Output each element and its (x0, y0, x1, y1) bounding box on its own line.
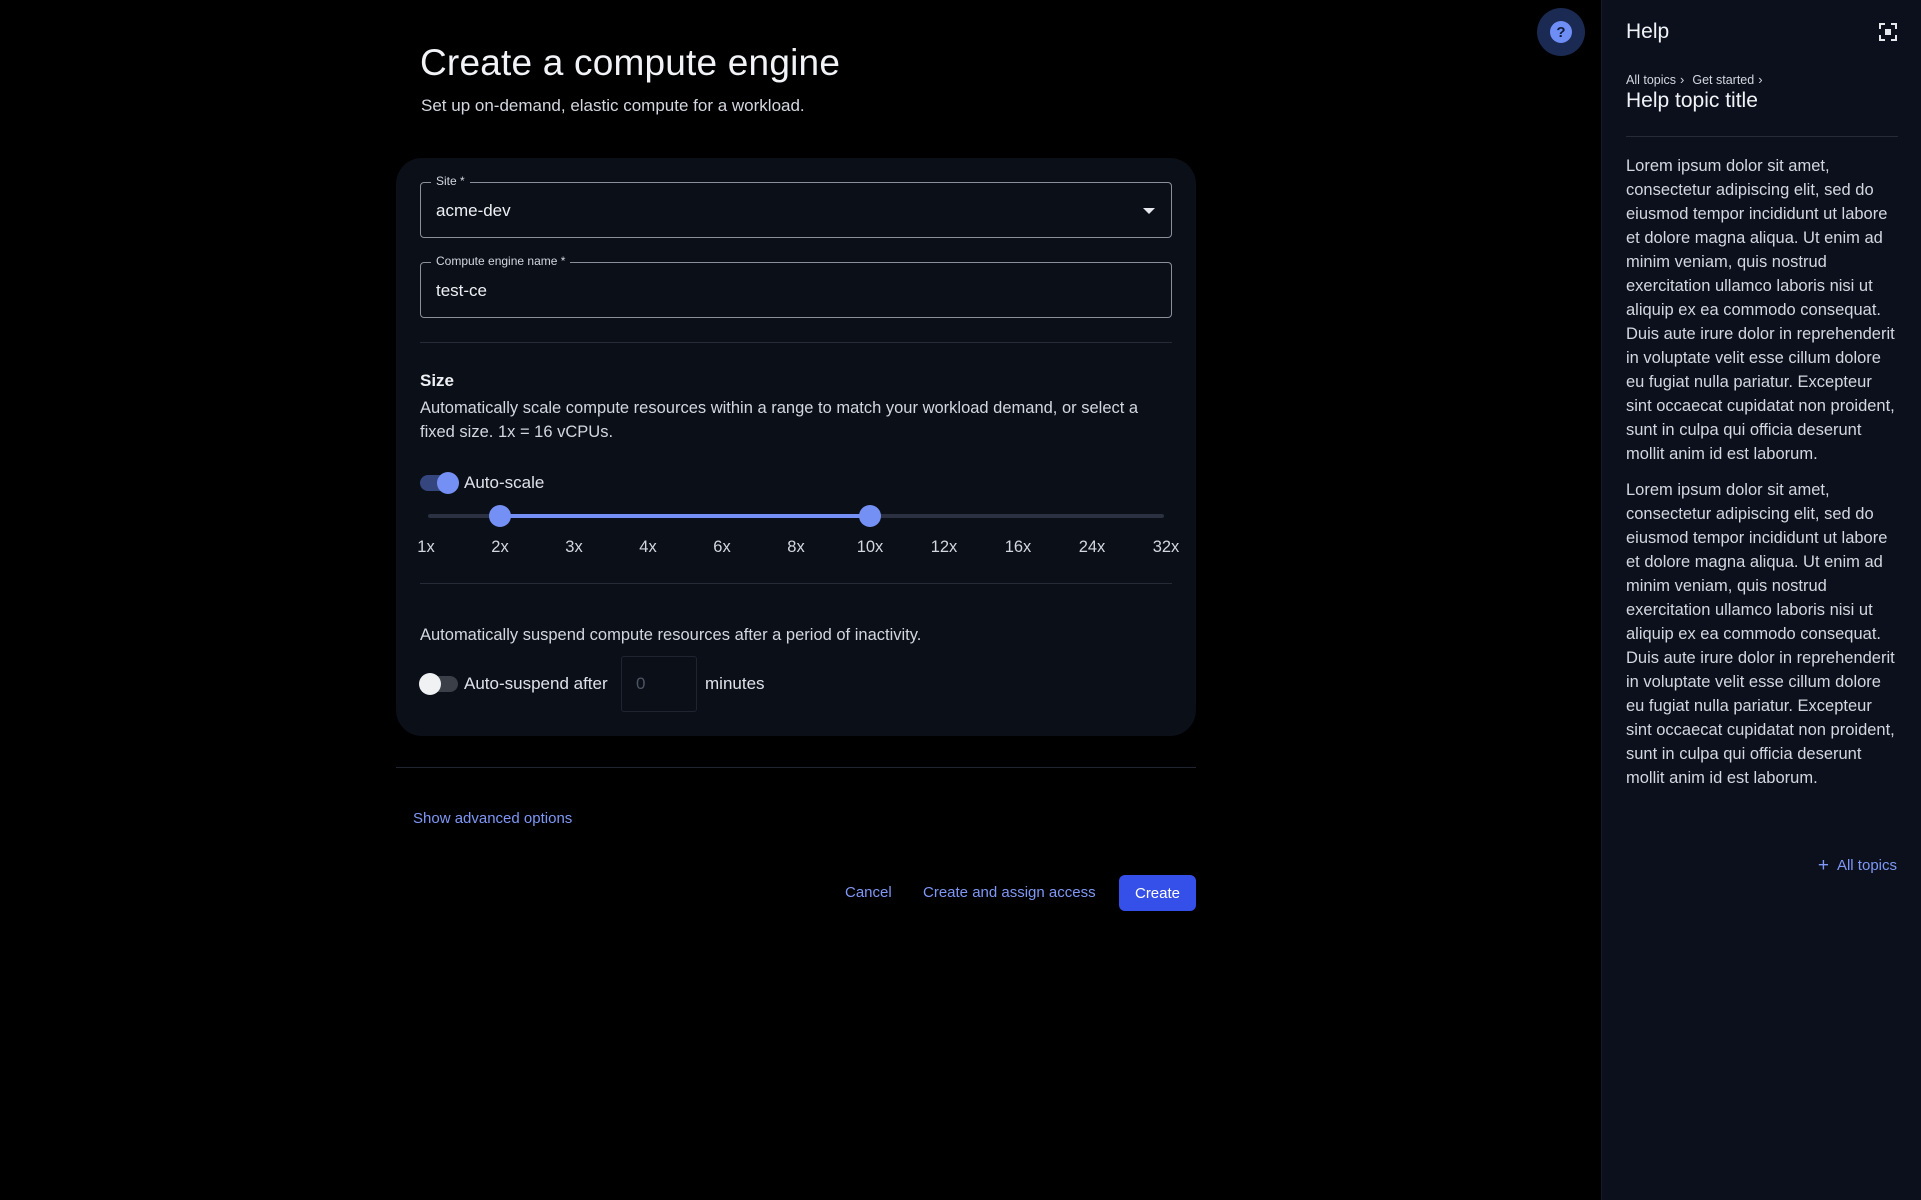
slider-tick-label: 10x (856, 538, 884, 556)
slider-tick-label: 24x (1078, 538, 1106, 556)
slider-tick-label: 3x (565, 538, 583, 556)
divider (396, 767, 1196, 768)
slider-tick-label: 32x (1152, 538, 1180, 556)
divider (420, 342, 1172, 343)
help-button[interactable]: ? (1537, 8, 1585, 56)
auto-scale-label: Auto-scale (464, 473, 545, 492)
divider (420, 583, 1172, 584)
form-card: Site * acme-dev Compute engine name * te… (396, 158, 1196, 736)
chevron-down-icon (1143, 208, 1155, 214)
slider-thumb-min[interactable] (489, 505, 511, 527)
help-body: Lorem ipsum dolor sit amet, consectetur … (1626, 154, 1901, 790)
main-area: Create a compute engine Set up on-demand… (0, 0, 1600, 1200)
breadcrumb-all-topics[interactable]: All topics (1626, 73, 1676, 87)
auto-suspend-label: Auto-suspend after (464, 674, 608, 693)
compute-engine-name-label: Compute engine name * (431, 254, 571, 268)
auto-suspend-description: Automatically suspend compute resources … (420, 626, 922, 644)
chevron-right-icon: › (1680, 72, 1685, 87)
slider-tick-label: 12x (930, 538, 958, 556)
question-circle-icon: ? (1550, 21, 1572, 43)
compute-engine-name-value: test-ce (436, 281, 488, 300)
show-advanced-options-link[interactable]: Show advanced options (413, 810, 572, 827)
create-and-assign-access-button[interactable]: Create and assign access (923, 884, 1096, 901)
compute-engine-name-field[interactable]: Compute engine name * test-ce (420, 254, 1172, 318)
help-breadcrumb: All topics › Get started › (1626, 72, 1767, 87)
size-title: Size (420, 371, 455, 390)
slider-tick-label: 16x (1004, 538, 1032, 556)
slider-tick-label: 4x (639, 538, 657, 556)
slider-fill (500, 514, 870, 518)
toggle-knob (437, 472, 459, 494)
slider-thumb-max[interactable] (859, 505, 881, 527)
help-paragraph: Lorem ipsum dolor sit amet, consectetur … (1626, 157, 1895, 463)
all-topics-label: All topics (1836, 857, 1897, 874)
size-range-slider[interactable] (428, 505, 1164, 527)
chevron-right-icon: › (1758, 72, 1763, 87)
help-panel: Help All topics › Get started › Help top… (1601, 0, 1921, 1200)
minutes-unit-label: minutes (705, 674, 765, 693)
expand-icon[interactable] (1879, 23, 1897, 41)
help-paragraph: Lorem ipsum dolor sit amet, consectetur … (1626, 481, 1895, 787)
slider-tick-label: 1x (417, 538, 435, 556)
slider-tick-label: 8x (787, 538, 805, 556)
help-panel-title: Help (1626, 20, 1670, 43)
size-description: Automatically scale compute resources wi… (420, 399, 1139, 441)
auto-suspend-minutes-input[interactable] (621, 656, 697, 712)
cancel-button[interactable]: Cancel (845, 884, 892, 901)
page-title: Create a compute engine (420, 42, 841, 83)
plus-icon: + (1817, 855, 1829, 876)
auto-suspend-toggle[interactable] (419, 673, 458, 695)
all-topics-link[interactable]: + All topics (1817, 855, 1897, 876)
page-subtitle: Set up on-demand, elastic compute for a … (421, 96, 805, 115)
slider-tick-label: 2x (491, 538, 509, 556)
auto-scale-toggle[interactable] (420, 472, 459, 494)
site-value: acme-dev (436, 201, 511, 220)
slider-tick-labels: 1x 2x 3x 4x 6x 8x 10x 12x 16x 24x 32x (417, 538, 1179, 560)
help-topic-title: Help topic title (1626, 89, 1758, 112)
site-select[interactable]: Site * acme-dev (420, 174, 1172, 238)
breadcrumb-get-started[interactable]: Get started (1692, 73, 1754, 87)
create-button[interactable]: Create (1119, 875, 1196, 911)
site-label: Site * (431, 174, 470, 188)
toggle-knob (419, 673, 441, 695)
slider-tick-label: 6x (713, 538, 731, 556)
divider (1626, 136, 1898, 137)
